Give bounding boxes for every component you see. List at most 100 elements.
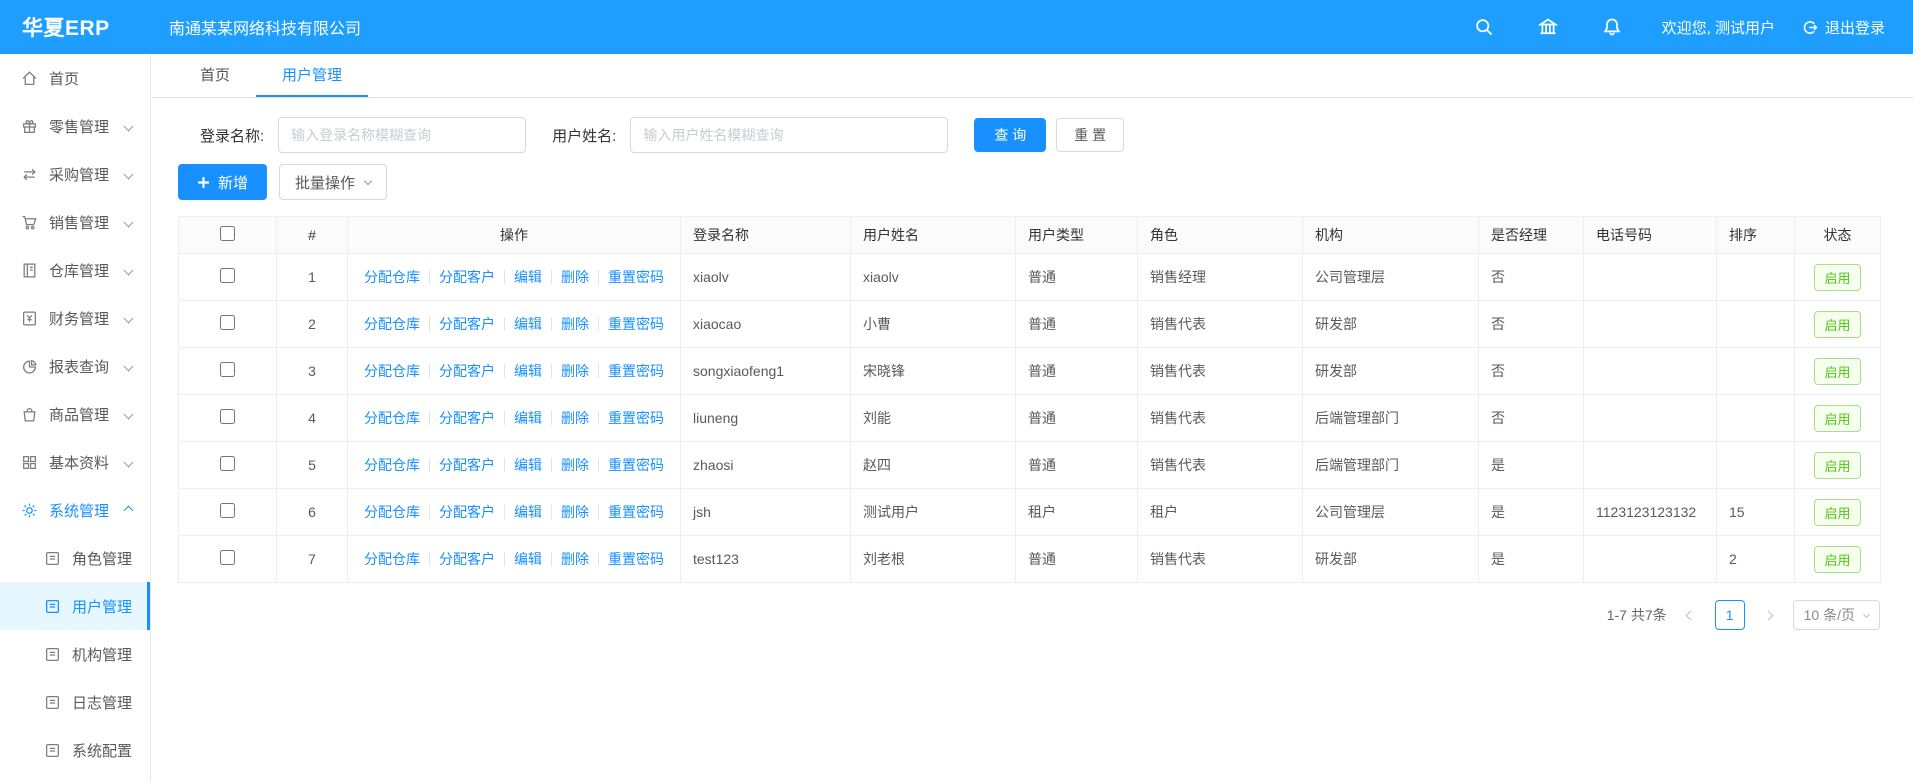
sidebar-item-role-management[interactable]: 角色管理 [0, 534, 150, 582]
op-reset-password-link[interactable]: 重置密码 [598, 270, 673, 284]
op-assign-customer-link[interactable]: 分配客户 [429, 317, 504, 331]
op-assign-warehouse-link[interactable]: 分配仓库 [355, 552, 429, 566]
sidebar-item-purchase[interactable]: 采购管理 [0, 150, 150, 198]
op-edit-link[interactable]: 编辑 [504, 270, 551, 284]
op-reset-password-link[interactable]: 重置密码 [598, 505, 673, 519]
sidebar-item-org-management[interactable]: 机构管理 [0, 630, 150, 678]
search-icon[interactable] [1474, 17, 1494, 37]
tab-bar: 首页 用户管理 [152, 54, 1913, 98]
op-edit-link[interactable]: 编辑 [504, 317, 551, 331]
cell-login: songxiaofeng1 [681, 348, 851, 395]
op-delete-link[interactable]: 删除 [551, 458, 598, 472]
logout-label: 退出登录 [1825, 17, 1885, 38]
row-checkbox[interactable] [220, 409, 235, 424]
op-reset-password-link[interactable]: 重置密码 [598, 552, 673, 566]
status-badge[interactable]: 启用 [1814, 311, 1860, 338]
sidebar-item-products[interactable]: 商品管理 [0, 390, 150, 438]
page-content: 登录名称: 用户姓名: 查 询 重 置 新增 批量操作 [152, 98, 1913, 630]
op-edit-link[interactable]: 编辑 [504, 458, 551, 472]
table-toolbar: 新增 批量操作 [178, 164, 1887, 200]
reset-button[interactable]: 重 置 [1056, 118, 1124, 152]
row-checkbox[interactable] [220, 503, 235, 518]
cell-org: 公司管理层 [1303, 254, 1479, 301]
row-index: 3 [277, 348, 348, 395]
sidebar-item-log-management[interactable]: 日志管理 [0, 678, 150, 726]
sidebar-item-reports[interactable]: 报表查询 [0, 342, 150, 390]
op-assign-customer-link[interactable]: 分配客户 [429, 411, 504, 425]
logout-button[interactable]: 退出登录 [1801, 17, 1885, 38]
op-reset-password-link[interactable]: 重置密码 [598, 458, 673, 472]
ledger-icon [21, 262, 38, 279]
status-badge[interactable]: 启用 [1814, 499, 1860, 526]
row-checkbox[interactable] [220, 268, 235, 283]
login-name-input[interactable] [278, 117, 526, 153]
op-assign-warehouse-link[interactable]: 分配仓库 [355, 364, 429, 378]
sidebar-item-warehouse[interactable]: 仓库管理 [0, 246, 150, 294]
cell-login: zhaosi [681, 442, 851, 489]
sidebar-item-retail[interactable]: 零售管理 [0, 102, 150, 150]
row-checkbox[interactable] [220, 456, 235, 471]
col-header-role: 角色 [1138, 217, 1303, 254]
op-assign-customer-link[interactable]: 分配客户 [429, 458, 504, 472]
op-delete-link[interactable]: 删除 [551, 317, 598, 331]
op-delete-link[interactable]: 删除 [551, 552, 598, 566]
batch-actions-label: 批量操作 [295, 172, 355, 193]
op-assign-warehouse-link[interactable]: 分配仓库 [355, 505, 429, 519]
sidebar-item-basic-data[interactable]: 基本资料 [0, 438, 150, 486]
col-header-actions: 操作 [348, 217, 681, 254]
status-badge[interactable]: 启用 [1814, 264, 1860, 291]
sidebar-item-system[interactable]: 系统管理 [0, 486, 150, 534]
op-reset-password-link[interactable]: 重置密码 [598, 317, 673, 331]
op-assign-customer-link[interactable]: 分配客户 [429, 505, 504, 519]
op-delete-link[interactable]: 删除 [551, 411, 598, 425]
op-assign-warehouse-link[interactable]: 分配仓库 [355, 317, 429, 331]
cell-user-name: 宋晓锋 [851, 348, 1016, 395]
op-delete-link[interactable]: 删除 [551, 364, 598, 378]
gear-icon [21, 502, 38, 519]
tab-home[interactable]: 首页 [174, 54, 256, 97]
op-delete-link[interactable]: 删除 [551, 270, 598, 284]
op-assign-customer-link[interactable]: 分配客户 [429, 364, 504, 378]
op-edit-link[interactable]: 编辑 [504, 364, 551, 378]
row-index: 5 [277, 442, 348, 489]
op-assign-warehouse-link[interactable]: 分配仓库 [355, 270, 429, 284]
op-assign-warehouse-link[interactable]: 分配仓库 [355, 411, 429, 425]
op-delete-link[interactable]: 删除 [551, 505, 598, 519]
sidebar-item-sales[interactable]: 销售管理 [0, 198, 150, 246]
op-edit-link[interactable]: 编辑 [504, 505, 551, 519]
query-button[interactable]: 查 询 [974, 118, 1046, 152]
row-checkbox[interactable] [220, 550, 235, 565]
op-assign-warehouse-link[interactable]: 分配仓库 [355, 458, 429, 472]
prev-page-button[interactable] [1679, 603, 1703, 627]
search-form: 登录名称: 用户姓名: 查 询 重 置 [178, 116, 1887, 154]
op-reset-password-link[interactable]: 重置密码 [598, 364, 673, 378]
op-assign-customer-link[interactable]: 分配客户 [429, 270, 504, 284]
notification-bell-icon[interactable] [1602, 17, 1622, 37]
status-badge[interactable]: 启用 [1814, 358, 1860, 385]
platform-icon[interactable] [1538, 17, 1558, 37]
user-name-input[interactable] [630, 117, 948, 153]
op-edit-link[interactable]: 编辑 [504, 411, 551, 425]
op-assign-customer-link[interactable]: 分配客户 [429, 552, 504, 566]
status-badge[interactable]: 启用 [1814, 405, 1860, 432]
op-reset-password-link[interactable]: 重置密码 [598, 411, 673, 425]
sidebar-item-user-management[interactable]: 用户管理 [0, 582, 150, 630]
chevron-down-icon [124, 169, 134, 179]
row-index: 6 [277, 489, 348, 536]
select-all-checkbox[interactable] [220, 226, 235, 241]
sidebar-item-system-config[interactable]: 系统配置 [0, 726, 150, 774]
sidebar-item-finance[interactable]: 财务管理 [0, 294, 150, 342]
sidebar-item-home[interactable]: 首页 [0, 54, 150, 102]
bag-icon [21, 406, 38, 423]
current-page-button[interactable]: 1 [1715, 600, 1745, 630]
row-checkbox[interactable] [220, 315, 235, 330]
page-size-select[interactable]: 10 条/页 [1793, 600, 1880, 630]
status-badge[interactable]: 启用 [1814, 452, 1860, 479]
op-edit-link[interactable]: 编辑 [504, 552, 551, 566]
next-page-button[interactable] [1757, 603, 1781, 627]
tab-user-management[interactable]: 用户管理 [256, 54, 368, 97]
row-checkbox[interactable] [220, 362, 235, 377]
batch-actions-dropdown[interactable]: 批量操作 [279, 164, 387, 200]
add-button[interactable]: 新增 [178, 164, 267, 200]
status-badge[interactable]: 启用 [1814, 546, 1860, 573]
